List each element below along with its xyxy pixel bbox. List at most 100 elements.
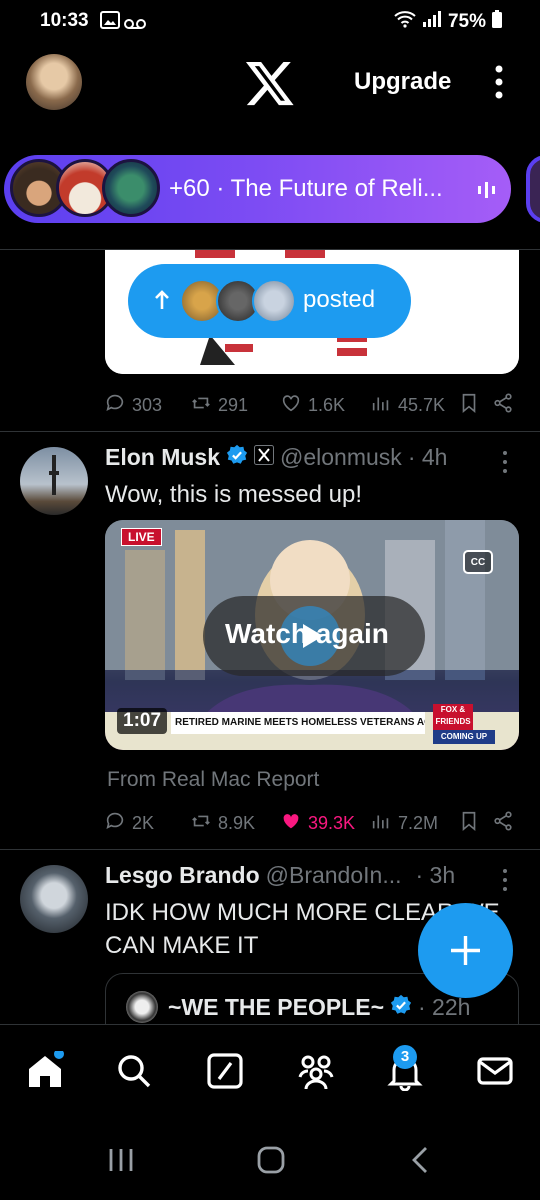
space-host-avatar (102, 159, 160, 217)
repost-icon (190, 392, 212, 419)
search-icon[interactable] (114, 1051, 154, 1091)
reply-count: 303 (132, 394, 163, 415)
reply-button[interactable]: 303 (104, 392, 162, 419)
repost-count: 8.9K (218, 812, 256, 833)
repost-button[interactable]: 291 (190, 392, 248, 419)
like-button[interactable]: 1.6K (280, 392, 345, 419)
top-tweet-actions: 303 291 1.6K 45.7K (0, 390, 540, 420)
bottom-nav: 3 (0, 1024, 540, 1120)
author-name[interactable]: Elon Musk (105, 444, 220, 471)
space-title: +60 · The Future of Reli... (169, 175, 443, 202)
reply-button[interactable]: 2K (104, 810, 154, 837)
gallery-notification-icon (100, 11, 120, 35)
verified-badge-icon (390, 994, 412, 1021)
status-bar: 10:33 75% (0, 0, 540, 40)
tweet-more-icon[interactable] (500, 450, 510, 479)
network-logo: FOX & FRIENDS (433, 704, 473, 730)
tweet-author-avatar[interactable] (20, 865, 88, 933)
views-button[interactable]: 7.2M (370, 810, 438, 837)
tweet-more-icon[interactable] (500, 868, 510, 897)
bookmark-button[interactable] (458, 392, 480, 419)
x-logo-icon[interactable] (244, 57, 296, 109)
repost-count: 291 (218, 394, 249, 415)
author-handle[interactable]: @BrandoIn... (266, 862, 402, 889)
verified-badge-icon (226, 444, 248, 471)
coming-up-label: COMING UP (433, 730, 495, 744)
quote-author-name: ~WE THE PEOPLE~ (168, 994, 384, 1020)
audio-bars-icon (478, 182, 496, 203)
views-icon (370, 810, 392, 837)
tweet-text: Wow, this is messed up! (105, 481, 362, 508)
more-options-icon[interactable] (493, 64, 505, 100)
compose-post-button[interactable] (418, 903, 513, 998)
tweet-time: · 3h (415, 862, 456, 888)
home-icon[interactable] (25, 1049, 65, 1091)
video-duration: 1:07 (117, 708, 168, 734)
bookmark-icon (458, 810, 480, 837)
tweet-video[interactable]: LIVE CC Watch again 1:07 RETIRED MARINE … (105, 520, 519, 750)
tweet-time: · 4h (407, 444, 448, 470)
signal-icon (422, 11, 442, 33)
view-count: 45.7K (398, 394, 446, 415)
upgrade-button[interactable]: Upgrade (354, 68, 451, 96)
video-chyron: RETIRED MARINE MEETS HOMELESS VETERANS A… (171, 712, 425, 734)
view-count: 7.2M (398, 812, 439, 833)
reply-count: 2K (132, 812, 155, 833)
status-time: 10:33 (40, 10, 89, 31)
watch-again-label: Watch again (225, 618, 389, 649)
watch-again-overlay[interactable]: Watch again (203, 596, 425, 676)
grok-icon[interactable] (205, 1051, 245, 1091)
posted-label: posted (303, 286, 376, 313)
divider (0, 431, 540, 432)
battery-icon (492, 10, 502, 34)
author-handle[interactable]: @elonmusk (280, 444, 402, 471)
status-right: 75% (394, 10, 502, 34)
live-badge: LIVE (121, 528, 162, 546)
heart-icon (280, 392, 302, 419)
quote-header: ~WE THE PEOPLE~ · 22h (168, 994, 470, 1021)
like-count: 1.6K (308, 394, 346, 415)
messages-icon[interactable] (475, 1051, 515, 1091)
system-nav-bar (0, 1119, 540, 1200)
bookmark-icon (458, 392, 480, 419)
divider (0, 849, 540, 850)
poster-avatar (252, 279, 296, 323)
back-icon[interactable] (410, 1145, 430, 1180)
live-space-pill-next[interactable] (526, 155, 540, 223)
communities-icon[interactable] (296, 1051, 336, 1091)
recent-apps-icon[interactable] (108, 1147, 134, 1178)
views-button[interactable]: 45.7K (370, 392, 445, 419)
profile-avatar[interactable] (26, 54, 82, 110)
quote-time: · 22h (418, 994, 471, 1020)
repost-icon (190, 810, 212, 837)
arrow-up-icon (154, 290, 170, 315)
views-icon (370, 392, 392, 419)
notifications-badge: 3 (393, 1045, 417, 1069)
share-icon (492, 392, 514, 419)
tweet-actions: 2K 8.9K 39.3K 7.2M (0, 808, 540, 838)
x-affiliate-badge-icon (254, 445, 275, 470)
heart-filled-icon (280, 810, 302, 837)
battery-level: 75% (447, 11, 486, 32)
voicemail-icon (124, 14, 146, 36)
home-system-icon[interactable] (257, 1146, 285, 1179)
closed-captions-button[interactable]: CC (463, 550, 493, 574)
tweet-header: Elon Musk @elonmusk · 4h (105, 444, 447, 471)
live-space-pill[interactable]: +60 · The Future of Reli... (4, 155, 511, 223)
author-name[interactable]: Lesgo Brando (105, 862, 260, 889)
reply-icon (104, 810, 126, 837)
tweet-author-avatar[interactable] (20, 447, 88, 515)
repost-button[interactable]: 8.9K (190, 810, 255, 837)
new-posts-pill[interactable]: posted (128, 264, 411, 338)
share-button[interactable] (492, 392, 514, 419)
bookmark-button[interactable] (458, 810, 480, 837)
video-source[interactable]: From Real Mac Report (107, 768, 319, 792)
share-button[interactable] (492, 810, 514, 837)
share-icon (492, 810, 514, 837)
like-button[interactable]: 39.3K (280, 810, 355, 837)
wifi-icon (394, 10, 416, 34)
tweet-text-line: CAN MAKE IT (105, 932, 259, 959)
quote-author-avatar (126, 991, 158, 1023)
tweet-header: Lesgo Brando @BrandoIn... · 3h (105, 862, 455, 889)
reply-icon (104, 392, 126, 419)
